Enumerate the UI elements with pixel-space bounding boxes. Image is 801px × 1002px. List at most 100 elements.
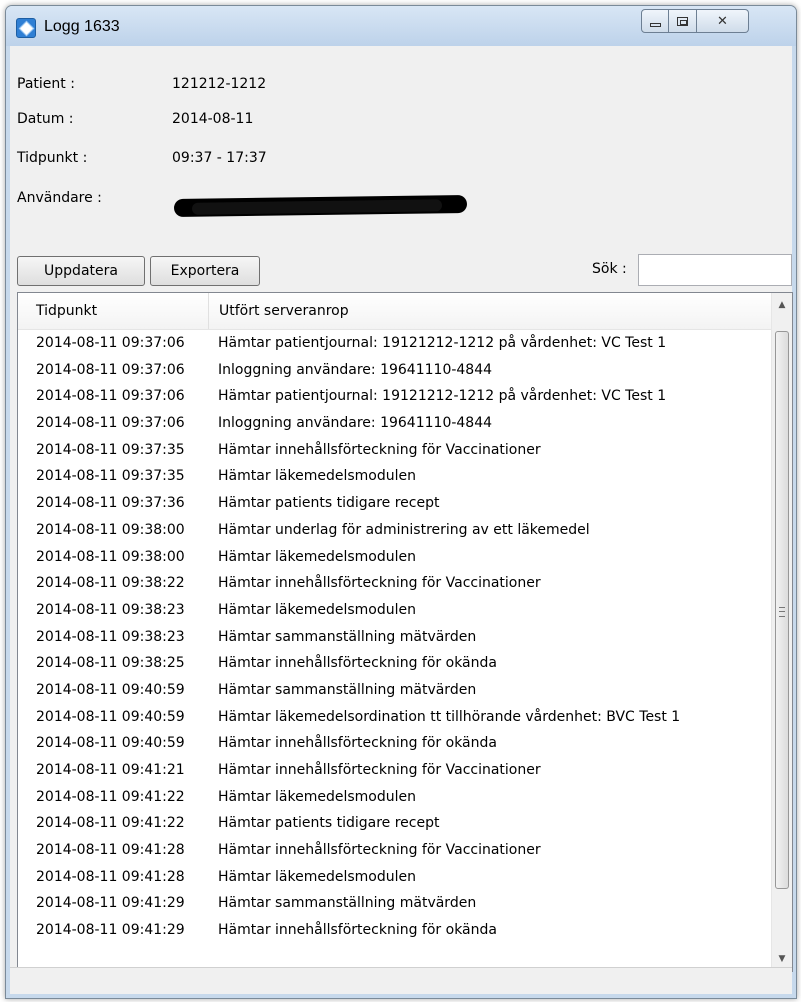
- title-bar[interactable]: Logg 1633 ✕: [6, 6, 796, 46]
- table-row[interactable]: 2014-08-11 09:41:21 Hämtar innehållsförte…: [18, 757, 772, 784]
- cell-tidpunkt: 2014-08-11 09:38:25: [36, 655, 185, 672]
- cell-tidpunkt: 2014-08-11 09:38:00: [36, 521, 185, 538]
- minimize-button[interactable]: [641, 9, 669, 33]
- table-row[interactable]: 2014-08-11 09:38:25 Hämtar innehållsförte…: [18, 650, 772, 677]
- cell-serveranrop: Hämtar innehållsförteckning för Vaccinat…: [218, 441, 541, 458]
- table-row[interactable]: 2014-08-11 09:40:59 Hämtar sammanställnin…: [18, 677, 772, 704]
- scrollbar-grip-icon: [779, 607, 785, 617]
- scrollbar-thumb[interactable]: [775, 331, 789, 889]
- table-row[interactable]: 2014-08-11 09:37:36 Hämtar patients tidig…: [18, 490, 772, 517]
- minimize-icon: [649, 23, 661, 27]
- table-row[interactable]: 2014-08-11 09:37:06 Hämtar patientjournal…: [18, 383, 772, 410]
- table-row[interactable]: 2014-08-11 09:41:22 Hämtar patients tidig…: [18, 810, 772, 837]
- cell-serveranrop: Hämtar innehållsförteckning för okända: [218, 922, 497, 939]
- user-label: Användare :: [17, 190, 102, 206]
- cell-tidpunkt: 2014-08-11 09:38:22: [36, 575, 185, 592]
- cell-tidpunkt: 2014-08-11 09:37:36: [36, 495, 185, 512]
- table-row[interactable]: 2014-08-11 09:37:35 Hämtar innehållsförte…: [18, 437, 772, 464]
- maximize-button[interactable]: [669, 9, 697, 33]
- update-button[interactable]: Uppdatera: [17, 256, 145, 286]
- cell-tidpunkt: 2014-08-11 09:40:59: [36, 735, 185, 752]
- table-row[interactable]: 2014-08-11 09:41:28 Hämtar innehållsförte…: [18, 837, 772, 864]
- window-content: Patient : 121212-1212 Datum : 2014-08-11…: [10, 46, 793, 994]
- datum-value: 2014-08-11: [172, 111, 254, 127]
- cell-tidpunkt: 2014-08-11 09:38:23: [36, 628, 185, 645]
- cell-tidpunkt: 2014-08-11 09:41:21: [36, 762, 185, 778]
- cell-serveranrop: Hämtar innehållsförteckning för Vaccinat…: [218, 762, 541, 778]
- table-row[interactable]: 2014-08-11 09:37:06 Inloggning användare:…: [18, 410, 772, 437]
- table-row[interactable]: 2014-08-11 09:37:35 Hämtar läkemedelsmodu…: [18, 463, 772, 490]
- table-row[interactable]: 2014-08-11 09:38:22 Hämtar innehållsförte…: [18, 570, 772, 597]
- cell-serveranrop: Hämtar patients tidigare recept: [218, 495, 440, 512]
- table-row[interactable]: 2014-08-11 09:41:29 Hämtar innehållsförte…: [18, 917, 772, 944]
- column-header-tidpunkt[interactable]: Tidpunkt: [36, 293, 97, 329]
- table-row[interactable]: 2014-08-11 09:38:23 Hämtar sammanställnin…: [18, 624, 772, 651]
- cell-serveranrop: Hämtar läkemedelsmodulen: [218, 468, 416, 485]
- vertical-scrollbar[interactable]: ▲ ▼: [771, 293, 792, 971]
- scroll-up-icon[interactable]: ▲: [772, 295, 792, 315]
- cell-tidpunkt: 2014-08-11 09:37:35: [36, 441, 185, 458]
- cell-serveranrop: Hämtar innehållsförteckning för okända: [218, 655, 497, 672]
- cell-serveranrop: Hämtar läkemedelsordination tt tillhöran…: [218, 708, 681, 725]
- cell-serveranrop: Hämtar läkemedelsmodulen: [218, 788, 416, 805]
- cell-serveranrop: Hämtar sammanställning mätvärden: [218, 628, 477, 645]
- cell-tidpunkt: 2014-08-11 09:37:06: [36, 415, 185, 432]
- patient-label: Patient :: [17, 76, 75, 92]
- cell-serveranrop: Inloggning användare: 19641110-4844: [218, 361, 493, 378]
- cell-tidpunkt: 2014-08-11 09:41:29: [36, 922, 185, 939]
- table-header: Tidpunkt Utfört serveranrop: [18, 293, 772, 330]
- cell-tidpunkt: 2014-08-11 09:41:29: [36, 895, 185, 912]
- table-row[interactable]: 2014-08-11 09:41:22 Hämtar läkemedelsmodu…: [18, 784, 772, 811]
- close-icon: ✕: [717, 13, 728, 29]
- table-row[interactable]: 2014-08-11 09:38:23 Hämtar läkemedelsmodu…: [18, 597, 772, 624]
- cell-serveranrop: Hämtar underlag för administrering av et…: [218, 521, 590, 538]
- table-row[interactable]: 2014-08-11 09:37:06 Inloggning användare:…: [18, 357, 772, 384]
- cell-tidpunkt: 2014-08-11 09:41:22: [36, 815, 185, 832]
- cell-serveranrop: Hämtar sammanställning mätvärden: [218, 895, 477, 912]
- table-row[interactable]: 2014-08-11 09:40:59 Hämtar läkemedelsordi…: [18, 704, 772, 731]
- cell-serveranrop: Hämtar innehållsförteckning för Vaccinat…: [218, 842, 541, 859]
- app-icon: [16, 18, 36, 38]
- cell-serveranrop: Hämtar läkemedelsmodulen: [218, 548, 416, 565]
- cell-tidpunkt: 2014-08-11 09:37:35: [36, 468, 185, 485]
- cell-serveranrop: Hämtar läkemedelsmodulen: [218, 601, 416, 618]
- table-body: 2014-08-11 09:37:06 Hämtar patientjournal…: [18, 330, 772, 944]
- cell-serveranrop: Inloggning användare: 19641110-4844: [218, 415, 493, 432]
- search-input[interactable]: [638, 254, 792, 286]
- table-row[interactable]: 2014-08-11 09:40:59 Hämtar innehållsförte…: [18, 730, 772, 757]
- table-row[interactable]: 2014-08-11 09:38:00 Hämtar läkemedelsmodu…: [18, 544, 772, 571]
- datum-label: Datum :: [17, 111, 74, 127]
- cell-tidpunkt: 2014-08-11 09:40:59: [36, 708, 185, 725]
- table-row[interactable]: 2014-08-11 09:41:29 Hämtar sammanställnin…: [18, 890, 772, 917]
- cell-tidpunkt: 2014-08-11 09:41:28: [36, 868, 185, 885]
- maximize-icon: [677, 16, 688, 26]
- cell-serveranrop: Hämtar patientjournal: 19121212-1212 på …: [218, 335, 667, 351]
- cell-tidpunkt: 2014-08-11 09:38:00: [36, 548, 185, 565]
- table-row[interactable]: 2014-08-11 09:37:06 Hämtar patientjournal…: [18, 330, 772, 357]
- cell-serveranrop: Hämtar patients tidigare recept: [218, 815, 440, 832]
- cell-tidpunkt: 2014-08-11 09:37:06: [36, 388, 185, 405]
- cell-tidpunkt: 2014-08-11 09:37:06: [36, 361, 185, 378]
- column-header-serveranrop[interactable]: Utfört serveranrop: [208, 293, 349, 329]
- window-title: Logg 1633: [44, 18, 120, 35]
- cell-serveranrop: Hämtar patientjournal: 19121212-1212 på …: [218, 388, 667, 405]
- patient-value: 121212-1212: [172, 76, 267, 92]
- search-label: Sök :: [592, 261, 627, 277]
- table-row[interactable]: 2014-08-11 09:38:00 Hämtar underlag för a…: [18, 517, 772, 544]
- redacted-user-value: [173, 194, 468, 218]
- table-row[interactable]: 2014-08-11 09:41:28 Hämtar läkemedelsmodu…: [18, 864, 772, 891]
- cell-serveranrop: Hämtar sammanställning mätvärden: [218, 681, 477, 698]
- tidpunkt-label: Tidpunkt :: [17, 150, 88, 166]
- cell-serveranrop: Hämtar läkemedelsmodulen: [218, 868, 416, 885]
- close-button[interactable]: ✕: [697, 9, 749, 33]
- scroll-down-icon[interactable]: ▼: [772, 949, 792, 969]
- cell-serveranrop: Hämtar innehållsförteckning för Vaccinat…: [218, 575, 541, 592]
- export-button[interactable]: Exportera: [150, 256, 260, 286]
- cell-tidpunkt: 2014-08-11 09:37:06: [36, 335, 185, 351]
- cell-tidpunkt: 2014-08-11 09:41:28: [36, 842, 185, 859]
- cell-tidpunkt: 2014-08-11 09:41:22: [36, 788, 185, 805]
- status-bar: [10, 967, 792, 994]
- log-table: Tidpunkt Utfört serveranrop 2014-08-11 0…: [17, 292, 793, 972]
- cell-tidpunkt: 2014-08-11 09:38:23: [36, 601, 185, 618]
- cell-serveranrop: Hämtar innehållsförteckning för okända: [218, 735, 497, 752]
